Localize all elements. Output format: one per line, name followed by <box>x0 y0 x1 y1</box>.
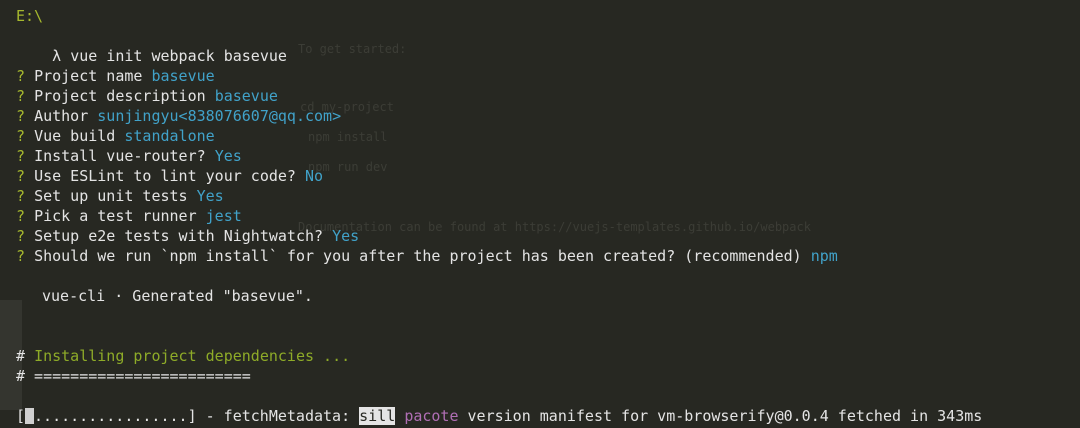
question-line: ? Install vue-router? Yes <box>16 146 242 166</box>
question-line: ? Use ESLint to lint your code? No <box>16 166 323 186</box>
ghost-text-3: npm install <box>308 130 388 144</box>
progress-open: [ <box>16 407 26 425</box>
question-answer: Yes <box>196 187 224 205</box>
question-label: Project description <box>34 87 206 105</box>
question-answer: sunjingyu<838076607@qq.com> <box>97 107 342 125</box>
log-message: version manifest for vm-browserify@0.0.4… <box>458 407 983 425</box>
installing-message: Installing project dependencies ... <box>34 347 351 365</box>
question-line: ? Author sunjingyu<838076607@qq.com> <box>16 106 341 126</box>
question-label: Set up unit tests <box>34 187 188 205</box>
question-line: ? Setup e2e tests with Nightwatch? Yes <box>16 226 359 246</box>
question-answer: jest <box>205 207 242 225</box>
question-label: Install vue-router? <box>34 147 206 165</box>
question-label: Should we run `npm install` for you afte… <box>34 247 802 265</box>
question-line: ? Project name basevue <box>16 66 215 86</box>
command-line: λ vue init webpack basevue <box>16 26 287 65</box>
ghost-text-1: To get started: <box>298 42 407 56</box>
question-mark: ? <box>16 87 26 105</box>
question-answer: Yes <box>214 147 242 165</box>
progress-line: [.................] - fetchMetadata: sil… <box>16 406 982 426</box>
terminal-cursor <box>25 408 35 424</box>
question-mark: ? <box>16 107 26 125</box>
question-line: ? Should we run `npm install` for you af… <box>16 246 838 266</box>
prompt-symbol: λ <box>52 47 62 65</box>
question-line: ? Vue build standalone <box>16 126 215 146</box>
prompt-path: E:\ <box>16 7 44 25</box>
question-answer: Yes <box>332 227 360 245</box>
question-line: ? Pick a test runner jest <box>16 206 242 226</box>
question-mark: ? <box>16 67 26 85</box>
ghost-text-5: Documentation can be found at https://vu… <box>298 220 811 234</box>
installing-line: # Installing project dependencies ... <box>16 346 350 366</box>
question-label: Author <box>34 107 89 125</box>
question-label: Project name <box>34 67 143 85</box>
question-mark: ? <box>16 227 26 245</box>
question-mark: ? <box>16 167 26 185</box>
question-line: ? Set up unit tests Yes <box>16 186 224 206</box>
question-label: Vue build <box>34 127 116 145</box>
question-mark: ? <box>16 127 26 145</box>
question-mark: ? <box>16 207 26 225</box>
question-answer: basevue <box>214 87 278 105</box>
terminal-window[interactable]: To get started: cd my-project npm instal… <box>0 0 1080 428</box>
question-mark: ? <box>16 187 26 205</box>
question-label: Pick a test runner <box>34 207 197 225</box>
question-answer: npm <box>810 247 838 265</box>
log-level: sill <box>359 407 396 425</box>
progress-dots: ................. <box>34 407 188 425</box>
separator-line: # ======================== <box>16 367 251 385</box>
question-mark: ? <box>16 247 26 265</box>
generated-message: vue-cli · Generated "basevue". <box>42 287 313 305</box>
question-label: Use ESLint to lint your code? <box>34 167 296 185</box>
question-line: ? Project description basevue <box>16 86 278 106</box>
question-answer: No <box>305 167 324 185</box>
question-mark: ? <box>16 147 26 165</box>
question-answer: standalone <box>124 127 215 145</box>
command-text: vue init webpack basevue <box>70 47 287 65</box>
comment-hash: # <box>16 347 26 365</box>
question-label: Setup e2e tests with Nightwatch? <box>34 227 324 245</box>
log-source: pacote <box>404 407 459 425</box>
question-answer: basevue <box>151 67 215 85</box>
progress-close: ] - fetchMetadata: <box>187 407 360 425</box>
